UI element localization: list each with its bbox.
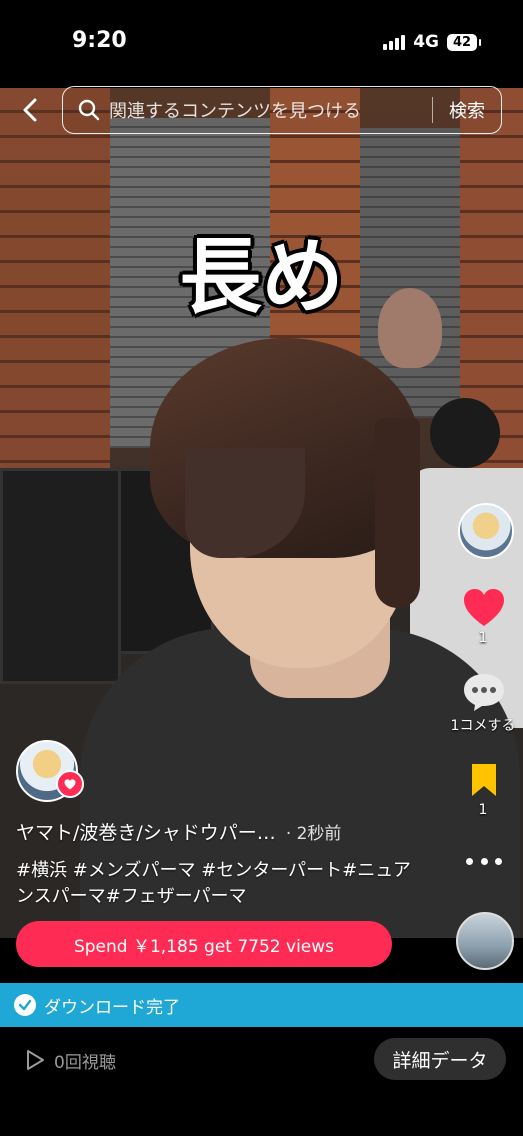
search-input[interactable]: 関連するコンテンツを見つける	[109, 97, 432, 123]
status-indicators: 4G 42	[383, 32, 481, 52]
post-hashtags[interactable]: #横浜 #メンズパーマ #センターパート#ニュアンスパーマ#フェザーパーマ	[16, 858, 416, 910]
more-icon[interactable]	[466, 852, 502, 870]
back-button[interactable]	[14, 94, 46, 126]
download-text: ダウンロード完了	[44, 997, 180, 1018]
back-icon	[23, 98, 37, 122]
post-title-row: ヤマト/波巻き/シャドウパー… · 2秒前	[16, 818, 446, 845]
subject-hair	[375, 418, 420, 608]
battery-level: 42	[452, 34, 472, 50]
post-title[interactable]: ヤマト/波巻き/シャドウパー…	[16, 818, 276, 845]
download-complete-banner: ダウンロード完了	[0, 983, 523, 1027]
promote-button[interactable]: Spend ￥1,185 get 7752 views	[16, 921, 392, 967]
check-icon	[14, 994, 36, 1016]
comment-icon[interactable]	[462, 672, 506, 712]
post-time: · 2秒前	[285, 824, 342, 844]
network-type: 4G	[413, 32, 439, 52]
play-icon	[27, 1050, 44, 1070]
bookmark-icon[interactable]	[469, 762, 499, 798]
music-disc[interactable]	[456, 912, 514, 970]
creator-avatar[interactable]	[458, 503, 514, 559]
like-count: 1	[478, 630, 488, 646]
heart-icon[interactable]	[462, 588, 506, 628]
view-count: 0回視聴	[54, 1053, 116, 1073]
comment-label: 1コメする	[450, 718, 516, 734]
detail-data-button[interactable]: 詳細データ	[374, 1038, 506, 1080]
bookmark-count: 1	[478, 802, 488, 818]
background-person	[430, 398, 500, 468]
heart-icon	[64, 778, 76, 789]
battery-icon: 42	[447, 33, 481, 51]
search-button[interactable]: 検索	[433, 97, 501, 123]
follow-heart-badge[interactable]	[56, 770, 84, 798]
search-bar[interactable]: 関連するコンテンツを見つける 検索	[62, 86, 502, 134]
signal-icon	[383, 34, 406, 50]
search-icon	[78, 99, 100, 121]
status-bar: 9:20 4G 42	[0, 0, 523, 88]
video-overlay-title: 長め	[179, 229, 344, 325]
salon-cart	[0, 468, 121, 684]
status-time: 9:20	[72, 28, 127, 53]
